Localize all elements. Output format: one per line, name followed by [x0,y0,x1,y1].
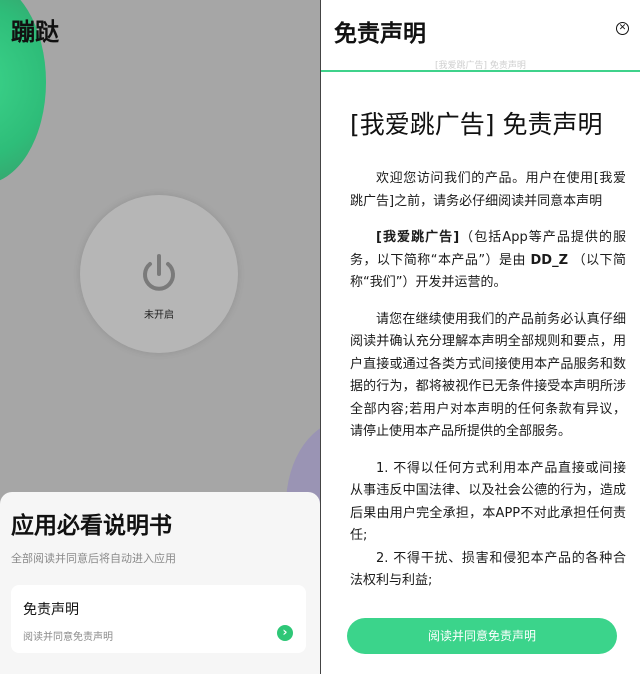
close-icon[interactable]: ✕ [616,22,629,35]
disclaimer-dialog: 免责声明 ✕ [我爱跳广告] 免责声明 [我爱跳广告] 免责声明 欢迎您访问我们… [321,0,640,674]
paragraph-rule-2: 2. 不得干扰、损害和侵犯本产品的各种合法权利与利益; [350,550,626,589]
paragraph-intro: 欢迎您访问我们的产品。用户在使用[我爱跳广告]之前，请务必仔细阅读并同意本声明 [350,171,626,209]
chevron-right-icon[interactable]: › [277,625,293,641]
agree-button[interactable]: 阅读并同意免责声明 [347,618,617,654]
paragraph-product: [我爱跳广告]（包括App等产品提供的服务，以下简称“本产品”）是由 DD_Z … [350,227,626,295]
dialog-title: 免责声明 [334,21,426,47]
disclaimer-card[interactable]: 免责声明 阅读并同意免责声明 › [11,585,306,653]
document-title: [我爱跳广告] 免责声明 [350,110,603,139]
power-button[interactable]: 未开启 [80,195,238,353]
product-name: [我爱跳广告] [376,230,460,245]
main-screen: 蹦跶 未开启 应用必看说明书 全部阅读并同意后将自动进入应用 免责声明 阅读并同… [0,0,320,674]
dialog-subtitle: [我爱跳广告] 免责声明 [435,61,526,71]
disclaimer-card-title: 免责声明 [23,602,79,618]
sheet-title: 应用必看说明书 [11,513,172,539]
app-title: 蹦跶 [11,18,59,46]
paragraph-terms: 请您在继续使用我们的产品前务必认真仔细阅读并确认充分理解本声明全部规则和要点，用… [350,311,626,440]
power-icon [143,254,175,291]
instructions-sheet: 应用必看说明书 全部阅读并同意后将自动进入应用 免责声明 阅读并同意免责声明 › [0,492,320,674]
disclaimer-document: [我爱跳广告] 免责声明 欢迎您访问我们的产品。用户在使用[我爱跳广告]之前，请… [350,108,626,593]
developer-name: DD_Z [530,252,569,268]
disclaimer-card-subtitle: 阅读并同意免责声明 [23,632,113,643]
sheet-subtitle: 全部阅读并同意后将自动进入应用 [11,552,176,565]
dialog-header: 免责声明 ✕ [我爱跳广告] 免责声明 [321,0,640,72]
paragraph-rule-1: 1. 不得以任何方式利用本产品直接或间接从事违反中国法律、以及社会公德的行为，造… [350,460,626,544]
power-status-label: 未开启 [144,310,174,321]
